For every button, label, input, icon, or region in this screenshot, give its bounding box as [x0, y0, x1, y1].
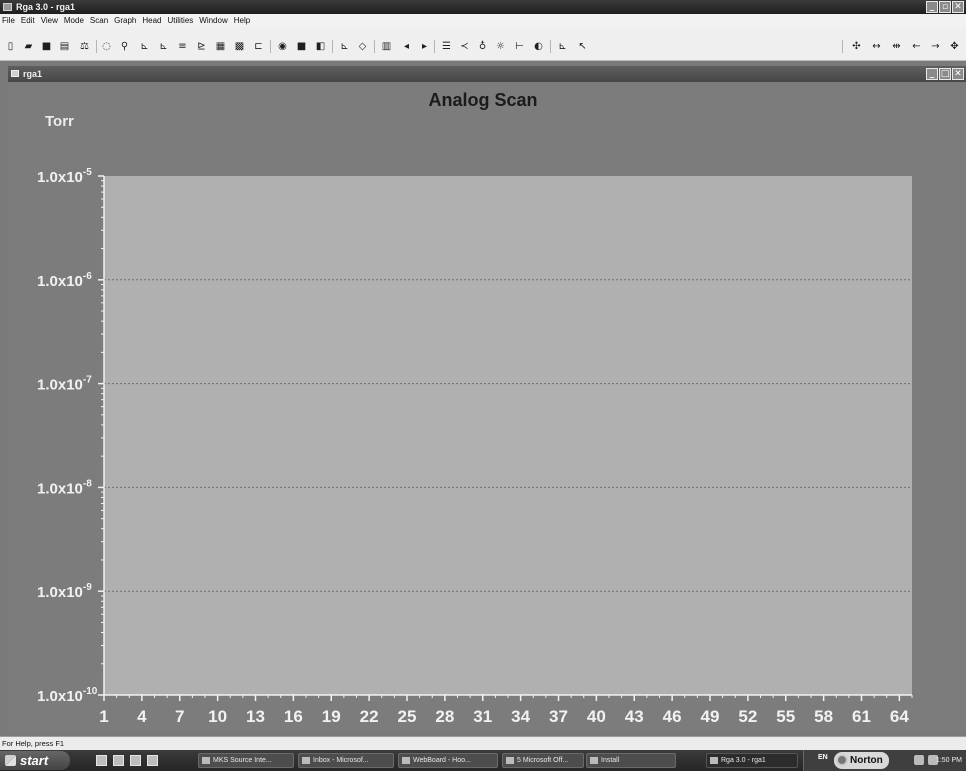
x-tick-label: 43	[625, 707, 644, 726]
x-tick-label: 16	[284, 707, 303, 726]
taskbar: start MKS Source Inte... Inbox - Microso…	[0, 750, 966, 771]
windows-logo-icon	[5, 755, 16, 766]
task-inbox[interactable]: Inbox - Microsof...	[298, 753, 394, 768]
x-tick-label: 10	[208, 707, 227, 726]
browser-icon	[402, 757, 410, 764]
plot-area	[104, 176, 912, 695]
tray-icon[interactable]	[914, 755, 924, 765]
x-tick-label: 1	[99, 707, 108, 726]
word-icon	[506, 757, 514, 764]
x-tick-label: 58	[814, 707, 833, 726]
task-microsoft-office[interactable]: 5 Microsoft Off...	[502, 753, 584, 768]
x-tick-label: 46	[663, 707, 682, 726]
start-label: start	[20, 753, 49, 768]
y-tick-label: 1.0x10-6	[37, 271, 92, 290]
quicklaunch-app-icon[interactable]	[147, 755, 158, 766]
y-tick-label: 1.0x10-7	[37, 375, 92, 394]
x-tick-label: 28	[435, 707, 454, 726]
x-tick-label: 37	[549, 707, 568, 726]
task-rga[interactable]: Rga 3.0 - rga1	[706, 753, 798, 768]
x-tick-label: 7	[175, 707, 184, 726]
x-tick-label: 13	[246, 707, 265, 726]
task-webboard[interactable]: WebBoard - Hoo...	[398, 753, 498, 768]
x-tick-label: 22	[360, 707, 379, 726]
x-tick-label: 31	[473, 707, 492, 726]
app-icon	[710, 757, 718, 764]
chart-title: Analog Scan	[428, 90, 538, 110]
app-icon	[202, 757, 210, 764]
y-axis-unit-label: Torr	[45, 113, 74, 130]
task-mks-source[interactable]: MKS Source Inte...	[198, 753, 294, 768]
x-tick-label: 55	[776, 707, 795, 726]
clock: 1:50 PM	[935, 757, 962, 764]
language-indicator[interactable]: EN	[818, 754, 828, 761]
y-tick-label: 1.0x10-8	[37, 478, 92, 497]
norton-icon	[836, 754, 848, 766]
x-tick-label: 49	[701, 707, 720, 726]
y-tick-label: 1.0x10-9	[37, 582, 92, 601]
quicklaunch-outlook-icon[interactable]	[130, 755, 141, 766]
folder-icon	[590, 757, 598, 764]
x-tick-label: 52	[738, 707, 757, 726]
y-tick-label: 1.0x10-5	[37, 167, 92, 186]
status-bar: For Help, press F1	[0, 736, 966, 750]
norton-tray-button[interactable]: Norton	[834, 752, 889, 769]
x-tick-label: 4	[137, 707, 147, 726]
quicklaunch-desktop-icon[interactable]	[96, 755, 107, 766]
system-tray: EN Norton 1:50 PM	[803, 750, 966, 771]
x-tick-label: 25	[398, 707, 417, 726]
start-button[interactable]: start	[0, 751, 70, 770]
status-text: For Help, press F1	[2, 739, 65, 748]
outlook-icon	[302, 757, 310, 764]
x-tick-label: 34	[511, 707, 530, 726]
y-tick-label: 1.0x10-10	[37, 686, 98, 705]
task-install[interactable]: Install	[586, 753, 676, 768]
x-tick-label: 19	[322, 707, 341, 726]
quicklaunch-ie-icon[interactable]	[113, 755, 124, 766]
x-tick-label: 64	[890, 707, 909, 726]
x-tick-label: 61	[852, 707, 871, 726]
x-tick-label: 40	[587, 707, 606, 726]
